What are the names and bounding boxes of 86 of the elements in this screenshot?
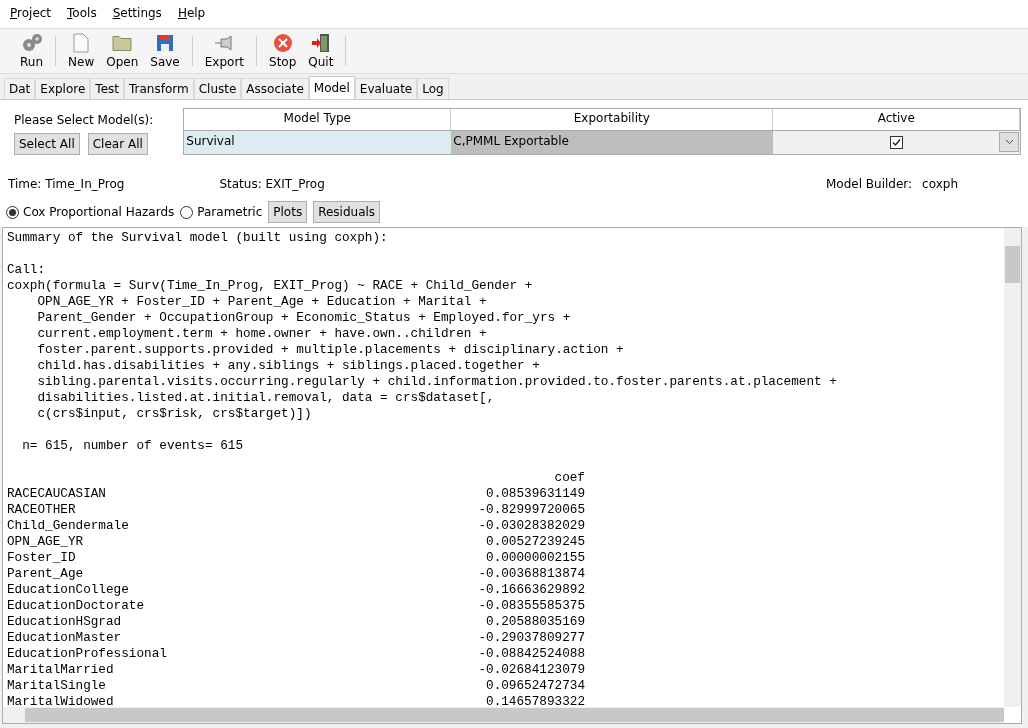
tab[interactable]: Associate bbox=[241, 78, 309, 99]
menu-item[interactable]: Tools bbox=[61, 6, 103, 24]
tab[interactable]: Dat bbox=[4, 78, 36, 99]
output-title: Summary of the Survival model (built using coxph): bbox=[7, 230, 388, 245]
radio-label[interactable]: Parametric bbox=[197, 205, 263, 219]
tab[interactable]: Explore bbox=[35, 78, 91, 99]
output-line: child.has.disabilities + any.siblings + siblings.placed.together + bbox=[36, 358, 540, 373]
coef-value: 0.09652472734 bbox=[486, 678, 585, 694]
toolbar-button[interactable]: Open bbox=[100, 33, 145, 69]
coef-value: 0.14657893322 bbox=[486, 694, 585, 710]
term-name: EducationDoctorate bbox=[7, 598, 145, 614]
tab[interactable]: Cluste bbox=[193, 78, 242, 99]
active-checkbox[interactable] bbox=[890, 136, 904, 149]
floppy-icon bbox=[156, 33, 174, 53]
tab[interactable]: Log bbox=[417, 78, 449, 99]
toolbar-button[interactable]: Quit bbox=[302, 33, 340, 69]
radio-button[interactable] bbox=[180, 205, 194, 219]
tab[interactable]: Evaluate bbox=[354, 78, 418, 99]
output-line: Call: bbox=[7, 262, 46, 277]
output-line: foster.parent.supports.provided + multiple.placements + disciplinary.action + bbox=[36, 342, 624, 357]
stop-icon bbox=[272, 33, 293, 53]
coef-value: -0.08842524088 bbox=[478, 646, 585, 662]
output-line: current.employment.term + home.owner + have.own..children + bbox=[36, 326, 487, 341]
toolbar-button[interactable]: Run bbox=[14, 33, 49, 69]
term-name: Foster_ID bbox=[7, 550, 76, 566]
coef-value: 0.00527239245 bbox=[486, 534, 585, 550]
tab[interactable]: Test bbox=[90, 78, 124, 99]
select-button[interactable]: Select All bbox=[14, 133, 80, 155]
coef-value: -0.02684123079 bbox=[478, 662, 585, 678]
term-name: EducationProfessional bbox=[7, 646, 167, 662]
radio-button[interactable] bbox=[6, 205, 19, 219]
term-name: EducationHSgrad bbox=[7, 614, 122, 630]
term-name: MaritalMarried bbox=[7, 662, 114, 678]
term-name: MaritalSingle bbox=[7, 678, 106, 694]
tab[interactable]: Transform bbox=[124, 78, 194, 99]
tab[interactable]: Model bbox=[308, 76, 355, 99]
select-button[interactable]: Clear All bbox=[87, 133, 148, 155]
coef-value: 0.20588035169 bbox=[486, 614, 585, 630]
toolbar-button[interactable]: Save bbox=[144, 33, 186, 69]
output-line: OPN_AGE_YR + Foster_ID + Parent_Age + Education + Marital + bbox=[36, 294, 487, 309]
term-name: EducationMaster bbox=[7, 630, 122, 646]
gears-icon bbox=[20, 33, 43, 53]
coef-value: 0.00000002155 bbox=[486, 550, 585, 566]
builder-label: Model Builder: bbox=[825, 177, 913, 191]
coef-value: -0.16663629892 bbox=[478, 582, 585, 598]
coef-value: -0.29037809277 bbox=[478, 630, 585, 646]
chevron-down-icon bbox=[1004, 139, 1014, 145]
coef-value: -0.00368813874 bbox=[478, 566, 585, 582]
table-cell: Survival bbox=[184, 130, 452, 154]
coef-value: 0.08539631149 bbox=[486, 486, 585, 502]
action-button[interactable]: Plots bbox=[268, 201, 308, 223]
status-label: Status: EXIT_Prog bbox=[219, 177, 325, 191]
term-name: Child_Gendermale bbox=[7, 518, 129, 534]
coef-value: -0.03028382029 bbox=[478, 518, 585, 534]
output-line: sibling.parental.visits.occurring.regularly + child.information.provided.to.foster.parents.at.placement + bbox=[36, 374, 837, 389]
toolbar-button[interactable]: New bbox=[62, 33, 101, 69]
table-cell: C,PMML Exportable bbox=[451, 130, 774, 154]
output-line: n= 615, number of events= 615 bbox=[21, 438, 244, 453]
folder-icon bbox=[112, 33, 133, 53]
time-label: Time: Time_In_Prog bbox=[8, 177, 125, 191]
toolbar-button[interactable]: Export bbox=[198, 33, 250, 69]
builder-value: coxph bbox=[922, 177, 958, 191]
term-name: EducationCollege bbox=[7, 582, 129, 598]
radio-label[interactable]: Cox Proportional Hazards bbox=[23, 205, 175, 219]
output-line: c(crs$input, crs$risk, crs$target)]) bbox=[36, 406, 312, 421]
prompt-label: Please Select Model(s): bbox=[14, 113, 154, 127]
term-name: RACEOTHER bbox=[7, 502, 76, 518]
output-line: coxph(formula = Surv(Time_In_Prog, EXIT_Prog) ~ RACE + Child_Gender + bbox=[7, 278, 533, 293]
coef-value: -0.82999720065 bbox=[478, 502, 585, 518]
coef-value: -0.08355585375 bbox=[478, 598, 585, 614]
exit-door-icon bbox=[310, 33, 331, 53]
output-line: disabilities.listed.at.initial.removal, data = crs$dataset[, bbox=[36, 390, 495, 405]
column-header: coef bbox=[554, 470, 585, 486]
term-name: Parent_Age bbox=[7, 566, 84, 582]
vertical-scrollbar[interactable] bbox=[1004, 228, 1021, 707]
toolbar-button[interactable]: Stop bbox=[263, 33, 303, 69]
menu-item[interactable]: Settings bbox=[106, 6, 168, 24]
term-name: MaritalWidowed bbox=[7, 694, 114, 710]
term-name: OPN_AGE_YR bbox=[7, 534, 84, 550]
action-button[interactable]: Residuals bbox=[313, 201, 381, 223]
term-name: RACECAUCASIAN bbox=[7, 486, 106, 502]
output-line: Parent_Gender + OccupationGroup + Economic_Status + Employed.for_yrs + bbox=[36, 310, 571, 325]
horizontal-scrollbar[interactable] bbox=[3, 707, 1004, 723]
page-icon bbox=[73, 33, 90, 53]
menu-item[interactable]: Help bbox=[171, 6, 212, 24]
menu-item[interactable]: Project bbox=[4, 6, 58, 24]
